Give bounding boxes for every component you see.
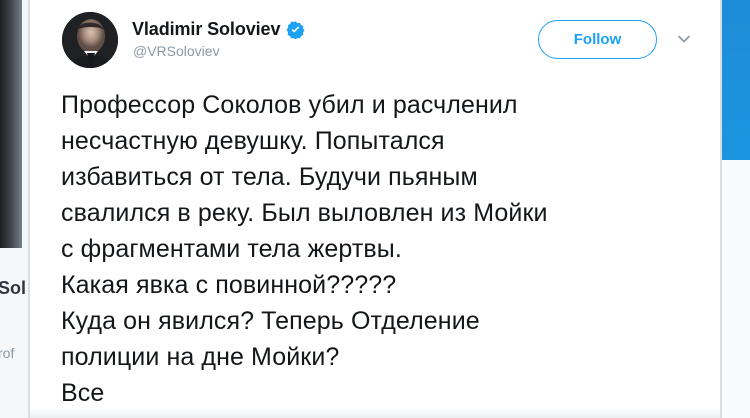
chevron-down-icon (678, 35, 690, 43)
author-display-name[interactable]: Vladimir Soloviev (132, 20, 280, 38)
tweet-text: Профессор Соколов убил и расчленил несча… (61, 87, 701, 411)
follow-button[interactable]: Follow (538, 20, 657, 59)
tweet-line: Какая явка с повинной????? (61, 271, 397, 299)
background-left-subtext: rof (0, 345, 15, 361)
avatar-image-icon (62, 12, 118, 68)
verified-badge-icon (286, 21, 305, 39)
background-right-panel (721, 0, 750, 418)
tweet-line: Куда он явился? Теперь Отделение (61, 307, 480, 335)
tweet-card: Vladimir Soloviev @VRSoloviev Follow Про… (30, 0, 720, 418)
background-left-image (0, 0, 22, 248)
bottom-shadow (30, 408, 720, 418)
tweet-header: Vladimir Soloviev @VRSoloviev Follow (30, 0, 720, 84)
tweet-line: несчастную девушку. Попытался (61, 127, 445, 155)
tweet-line: Все (61, 379, 105, 407)
tweet-line: с фрагментами тела жертвы. (61, 235, 402, 263)
tweet-line: свалился в реку. Был выловлен из Мойки (61, 199, 548, 227)
author-handle[interactable]: @VRSoloviev (133, 44, 220, 58)
background-right-accent (722, 0, 750, 160)
tweet-screenshot: Sol rof Vladimir Soloviev @VRSoloviev Fo… (0, 0, 750, 418)
background-left-text: Sol (0, 278, 27, 298)
background-left-panel: Sol rof (0, 0, 29, 418)
author-name-row: Vladimir Soloviev (132, 17, 305, 41)
tweet-line: избавиться от тела. Будучи пьяным (61, 163, 478, 191)
author-avatar[interactable] (62, 12, 118, 68)
tweet-line: Профессор Соколов убил и расчленил (61, 91, 518, 119)
more-options-button[interactable] (672, 27, 696, 51)
tweet-line: полиции на дне Мойки? (61, 343, 340, 371)
